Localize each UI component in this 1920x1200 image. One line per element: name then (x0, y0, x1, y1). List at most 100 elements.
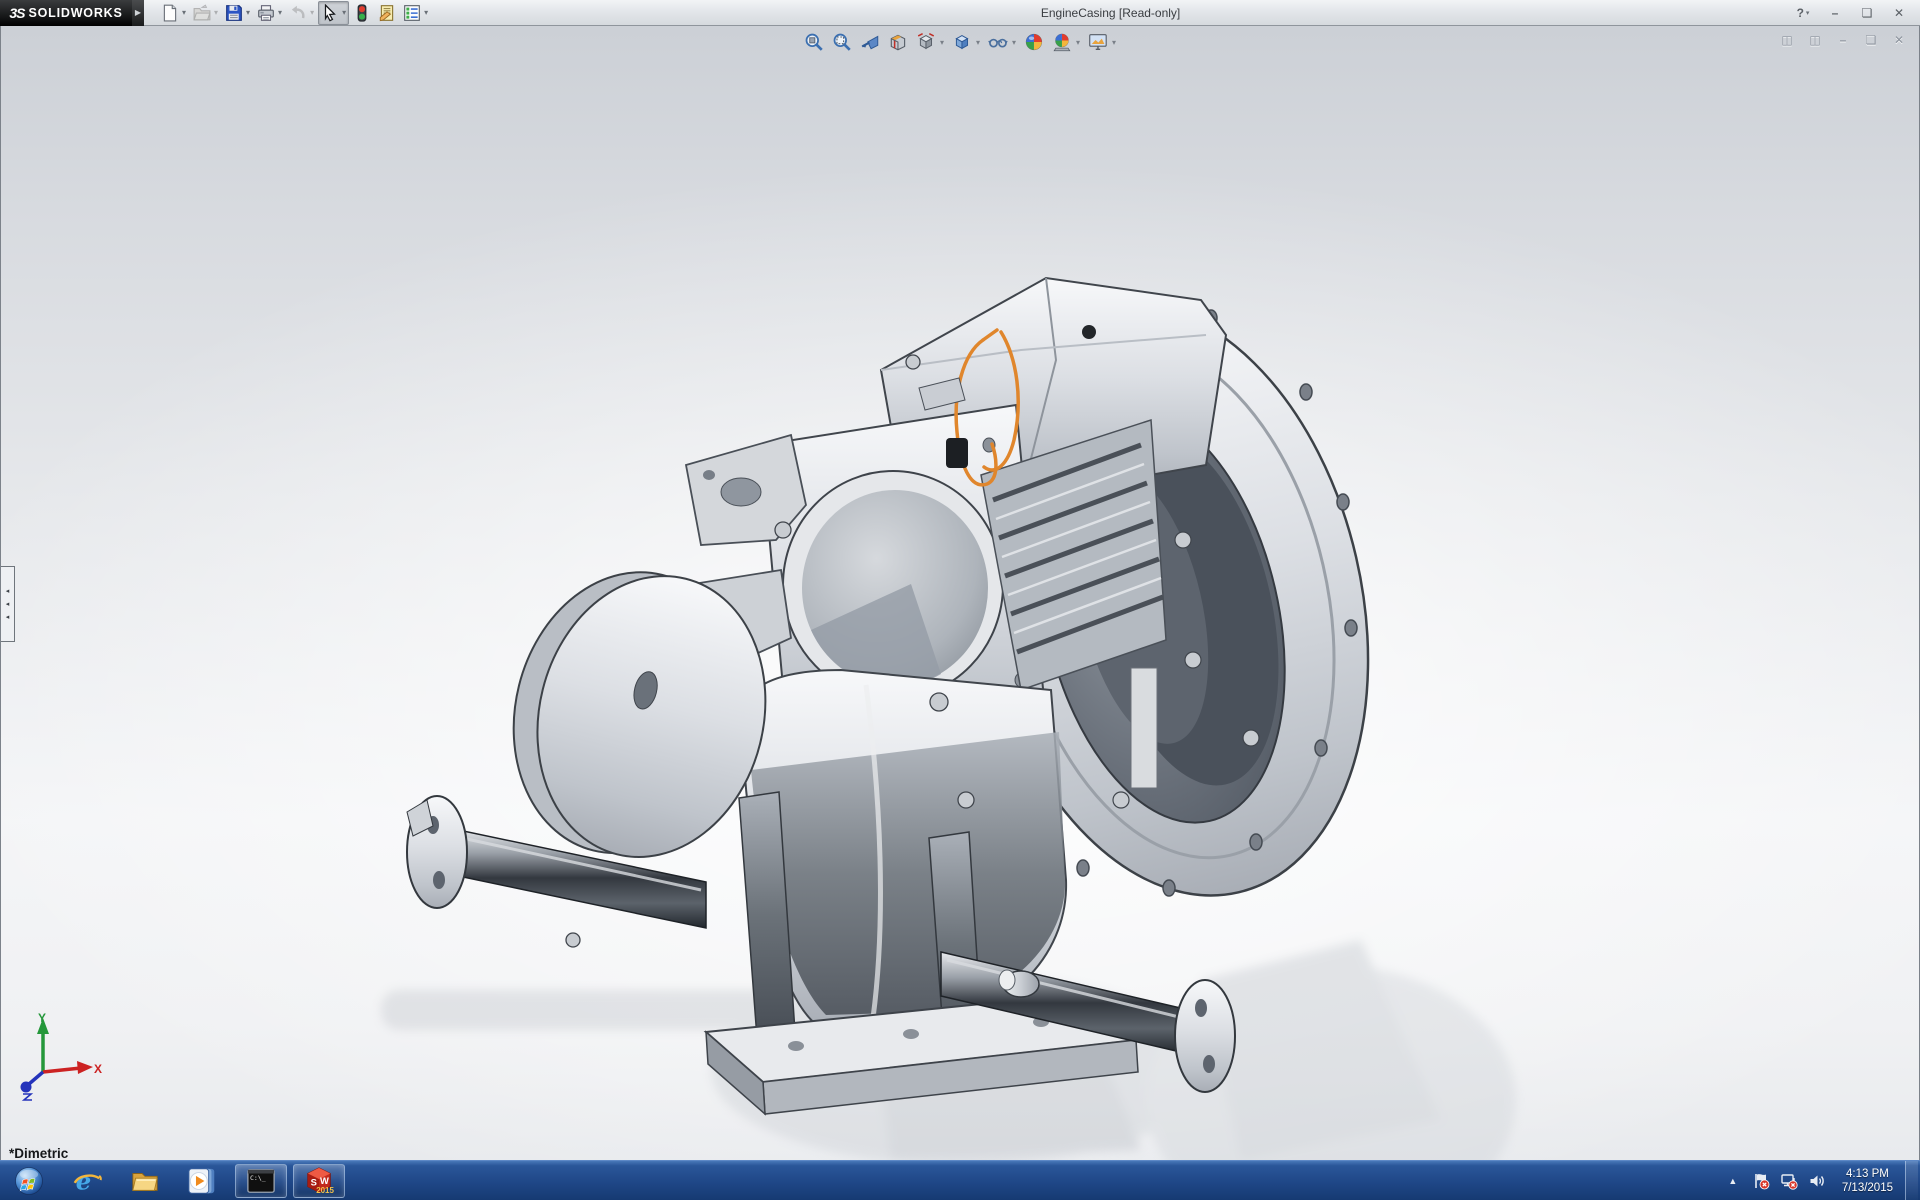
solidworks-logo-text: SOLIDWORKS (29, 6, 123, 20)
close-window-icon: ✕ (1894, 7, 1904, 19)
pane-display-left-button[interactable]: ◫ (1777, 31, 1797, 49)
media-player-button[interactable] (174, 1162, 232, 1200)
restore-document-button[interactable]: ❏ (1861, 31, 1881, 49)
rebuild-button[interactable] (350, 1, 374, 25)
windows-orb-icon (14, 1166, 44, 1196)
solidworks-window: 3S SOLIDWORKS ▶ ▾ ▾ ▾ ▾ ▾ ▾ ▾ EngineCasing [Re… (0, 0, 1920, 1200)
window-title: EngineCasing [Read-only] (431, 6, 1790, 20)
section-view-icon (888, 32, 908, 52)
dropdown-arrow-icon[interactable]: ▾ (424, 8, 428, 17)
volume-button[interactable] (1804, 1168, 1830, 1194)
restore-window-icon: ❏ (1862, 7, 1873, 19)
dropdown-arrow-icon[interactable]: ▾ (1012, 38, 1016, 47)
minimize-window-button[interactable]: – (1822, 4, 1848, 22)
open-document-button[interactable]: ▾ (190, 1, 221, 25)
display-cube-icon (952, 32, 972, 52)
internet-explorer-button[interactable] (58, 1162, 116, 1200)
dropdown-arrow-icon[interactable]: ▾ (1112, 38, 1116, 47)
triad-x-label: X (94, 1062, 102, 1076)
glasses-icon (988, 32, 1008, 52)
command-prompt-button[interactable]: C:\_ (235, 1164, 287, 1198)
select-cursor-icon (321, 4, 339, 22)
view-cube-icon (916, 32, 936, 52)
dropdown-arrow-icon[interactable]: ▾ (310, 8, 314, 17)
close-document-icon: ✕ (1894, 33, 1904, 47)
hide-show-items-button[interactable]: ▾ (985, 30, 1019, 54)
select-button[interactable]: ▾ (318, 1, 349, 25)
previous-view-button[interactable] (857, 30, 883, 54)
ie-icon (72, 1166, 102, 1196)
new-document-button[interactable]: ▾ (158, 1, 189, 25)
undo-arrow-icon (289, 4, 307, 22)
save-button[interactable]: ▾ (222, 1, 253, 25)
dropdown-arrow-icon[interactable]: ▾ (278, 8, 282, 17)
view-settings-button[interactable]: ▾ (1085, 30, 1119, 54)
new-doc-icon (161, 4, 179, 22)
dropdown-arrow-icon[interactable]: ▾ (182, 8, 186, 17)
graphics-viewport[interactable]: ▾▾▾▾▾ ◫◫–❏✕ ◂ ◂ ◂ (0, 26, 1920, 1160)
restore-window-button[interactable]: ❏ (1854, 4, 1880, 22)
document-window-controls: ◫◫–❏✕ (1777, 31, 1909, 49)
start-button[interactable] (0, 1162, 58, 1200)
save-floppy-icon (225, 4, 243, 22)
pane-display-right-icon: ◫ (1809, 33, 1820, 47)
view-orientation-button[interactable]: ▾ (913, 30, 947, 54)
dassault-3ds-logo-icon: 3S (9, 5, 24, 21)
folder-icon (130, 1166, 160, 1196)
section-view-button[interactable] (885, 30, 911, 54)
file-properties-button[interactable] (375, 1, 399, 25)
tray-volume-icon (1808, 1172, 1826, 1190)
model-black-fitting (946, 438, 968, 468)
menu-flyout-arrow-icon[interactable]: ▶ (132, 0, 144, 26)
network-status-button[interactable] (1776, 1168, 1802, 1194)
solidworks-2015-button[interactable] (293, 1164, 345, 1198)
edit-appearance-button[interactable] (1021, 30, 1047, 54)
zoom-to-area-button[interactable] (829, 30, 855, 54)
window-controls: ?▾–❏✕ (1790, 4, 1912, 22)
dropdown-arrow-icon[interactable]: ▾ (214, 8, 218, 17)
zoom-fit-icon (804, 32, 824, 52)
scene-sphere-icon (1052, 32, 1072, 52)
open-folder-icon (193, 4, 211, 22)
display-style-button[interactable]: ▾ (949, 30, 983, 54)
show-desktop-button[interactable] (1905, 1161, 1918, 1200)
tray-flag-icon (1752, 1172, 1770, 1190)
dropdown-arrow-icon[interactable]: ▾ (1076, 38, 1080, 47)
close-document-button[interactable]: ✕ (1889, 31, 1909, 49)
printer-icon (257, 4, 275, 22)
dropdown-arrow-icon[interactable]: ▾ (940, 38, 944, 47)
taskbar-clock[interactable]: 4:13 PM 7/13/2015 (1834, 1167, 1901, 1195)
minimize-document-button[interactable]: – (1833, 31, 1853, 49)
undo-button[interactable]: ▾ (286, 1, 317, 25)
dropdown-arrow-icon[interactable]: ▾ (1806, 9, 1810, 17)
command-prompt-label: C:\_ (250, 1174, 266, 1182)
action-center-button[interactable] (1748, 1168, 1774, 1194)
coordinate-triad: Y X (13, 1010, 103, 1102)
pane-display-left-icon: ◫ (1781, 33, 1792, 47)
help-icon: ? (1797, 7, 1804, 19)
pane-arrow-icon: ◂ (6, 588, 10, 595)
pane-display-right-button[interactable]: ◫ (1805, 31, 1825, 49)
show-hidden-icons-button[interactable]: ▲ (1722, 1176, 1744, 1186)
previous-view-icon (860, 32, 880, 52)
heads-up-view-toolbar: ▾ ▾ ▾ ▾ ▾ (801, 30, 1119, 54)
tray-icons (1748, 1168, 1830, 1194)
zoom-to-fit-button[interactable] (801, 30, 827, 54)
engine-casing-model[interactable] (321, 240, 1541, 1160)
dropdown-arrow-icon[interactable]: ▾ (342, 8, 346, 17)
tray-network-icon (1780, 1172, 1798, 1190)
wmp-icon (188, 1166, 218, 1196)
feature-manager-collapsed-tab[interactable]: ◂ ◂ ◂ (1, 566, 15, 642)
print-button[interactable]: ▾ (254, 1, 285, 25)
close-window-button[interactable]: ✕ (1886, 4, 1912, 22)
standard-toolbar: ▾ ▾ ▾ ▾ ▾ ▾ ▾ (158, 1, 431, 25)
dropdown-arrow-icon[interactable]: ▾ (246, 8, 250, 17)
clock-date: 7/13/2015 (1842, 1181, 1893, 1195)
dropdown-arrow-icon[interactable]: ▾ (976, 38, 980, 47)
restore-document-icon: ❏ (1866, 33, 1877, 47)
windows-explorer-button[interactable] (116, 1162, 174, 1200)
options-button[interactable]: ▾ (400, 1, 431, 25)
triad-y-label: Y (38, 1011, 46, 1025)
apply-scene-button[interactable]: ▾ (1049, 30, 1083, 54)
help-button[interactable]: ?▾ (1790, 4, 1816, 22)
